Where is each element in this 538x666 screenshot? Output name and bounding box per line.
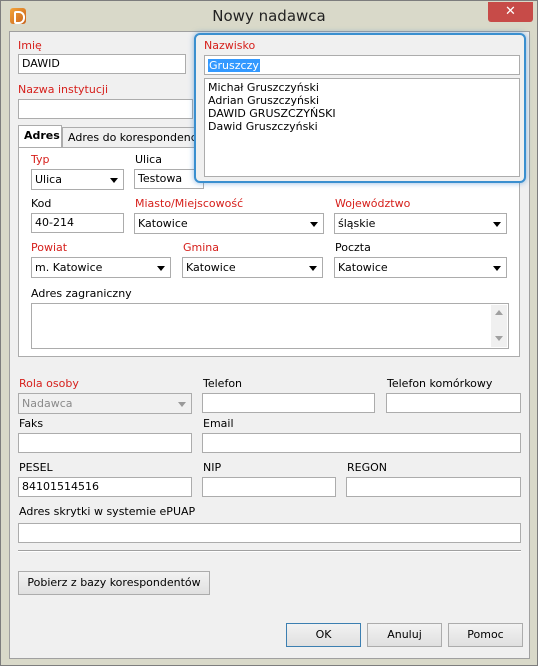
label-regon: REGON [347,461,388,474]
chevron-down-icon[interactable] [489,259,505,276]
powiat-value: m. Katowice [35,261,103,274]
wojewodztwo-value: śląskie [338,217,376,230]
nazwisko-value: Gruszczy [208,59,260,72]
nazwa-instytucji-input[interactable] [18,99,193,119]
suggestion-list[interactable]: Michał Gruszczyński Adrian Gruszczyński … [204,78,520,177]
pobierz-z-bazy-button[interactable]: Pobierz z bazy korespondentów [18,571,210,595]
miasto-select[interactable]: Katowice [134,213,324,234]
label-nazwisko: Nazwisko [204,39,256,52]
label-nazwa-instytucji: Nazwa instytucji [18,83,109,96]
label-typ: Typ [31,153,50,166]
chevron-down-icon[interactable] [489,215,505,232]
window-title: Nowy nadawca [212,7,326,25]
scroll-down-icon[interactable] [491,334,507,344]
label-adres-skrytki: Adres skrytki w systemie ePUAP [19,505,196,518]
divider [18,550,521,552]
list-item[interactable]: DAWID GRUSZCZYŃSKI [208,107,336,120]
typ-value: Ulica [35,173,62,186]
poczta-value: Katowice [338,261,388,274]
label-pesel: PESEL [19,461,53,474]
label-powiat: Powiat [31,241,68,254]
tab-adres-do-korespondencji[interactable]: Adres do korespondencji [62,127,203,148]
rola-osoby-value: Nadawca [22,397,73,410]
label-miasto: Miasto/Miejscowość [135,197,244,210]
label-nip: NIP [203,461,222,474]
label-gmina: Gmina [183,241,220,254]
adres-zagraniczny-textarea[interactable] [31,303,509,349]
poczta-select[interactable]: Katowice [334,257,507,278]
list-item[interactable]: Dawid Gruszczyński [208,120,318,133]
label-imie: Imię [18,39,42,52]
list-item[interactable]: Michał Gruszczyński [208,81,319,94]
pomoc-button[interactable]: Pomoc [448,623,523,647]
adres-skrytki-input[interactable] [18,523,521,543]
email-input[interactable] [202,433,521,453]
scrollbar[interactable] [491,305,507,347]
typ-select[interactable]: Ulica [31,169,124,190]
close-button[interactable]: ✕ [488,2,533,22]
label-wojewodztwo: Województwo [335,197,411,210]
label-telefon-komorkowy: Telefon komórkowy [387,377,493,390]
tab-adres[interactable]: Adres [18,125,62,148]
label-poczta: Poczta [335,241,371,254]
chevron-down-icon[interactable] [305,259,321,276]
label-rola-osoby: Rola osoby [19,377,79,390]
faks-input[interactable] [18,433,192,453]
nazwisko-input[interactable]: Gruszczy [204,55,520,75]
kod-input[interactable]: 40-214 [31,213,124,233]
label-kod: Kod [31,197,52,210]
imie-input[interactable]: DAWID [18,54,186,74]
gmina-select[interactable]: Katowice [182,257,323,278]
wojewodztwo-select[interactable]: śląskie [334,213,507,234]
list-item[interactable]: Adrian Gruszczyński [208,94,319,107]
title-bar[interactable]: Nowy nadawca ✕ [1,1,537,31]
telefon-input[interactable] [202,393,375,413]
powiat-select[interactable]: m. Katowice [31,257,171,278]
chevron-down-icon[interactable] [106,171,122,188]
chevron-down-icon[interactable] [153,259,169,276]
label-email: Email [203,417,234,430]
miasto-value: Katowice [138,217,188,230]
chevron-down-icon [174,395,190,412]
chevron-down-icon[interactable] [306,215,322,232]
label-ulica: Ulica [135,153,162,166]
label-telefon: Telefon [203,377,243,390]
label-faks: Faks [19,417,44,430]
ok-button[interactable]: OK [286,623,361,647]
label-adres-zagraniczny: Adres zagraniczny [31,287,132,300]
telefon-komorkowy-input[interactable] [386,393,521,413]
anuluj-button[interactable]: Anuluj [367,623,442,647]
gmina-value: Katowice [186,261,236,274]
nip-input[interactable] [202,477,336,497]
regon-input[interactable] [346,477,521,497]
rola-osoby-select: Nadawca [18,393,192,414]
dialog-window: Nowy nadawca ✕ Imię DAWID Nazwa instytuc… [0,0,538,666]
pesel-input[interactable]: 84101514516 [18,477,192,497]
nazwisko-autocomplete-popup: Nazwisko Gruszczy Michał Gruszczyński Ad… [194,33,526,183]
scroll-up-icon[interactable] [491,308,507,318]
